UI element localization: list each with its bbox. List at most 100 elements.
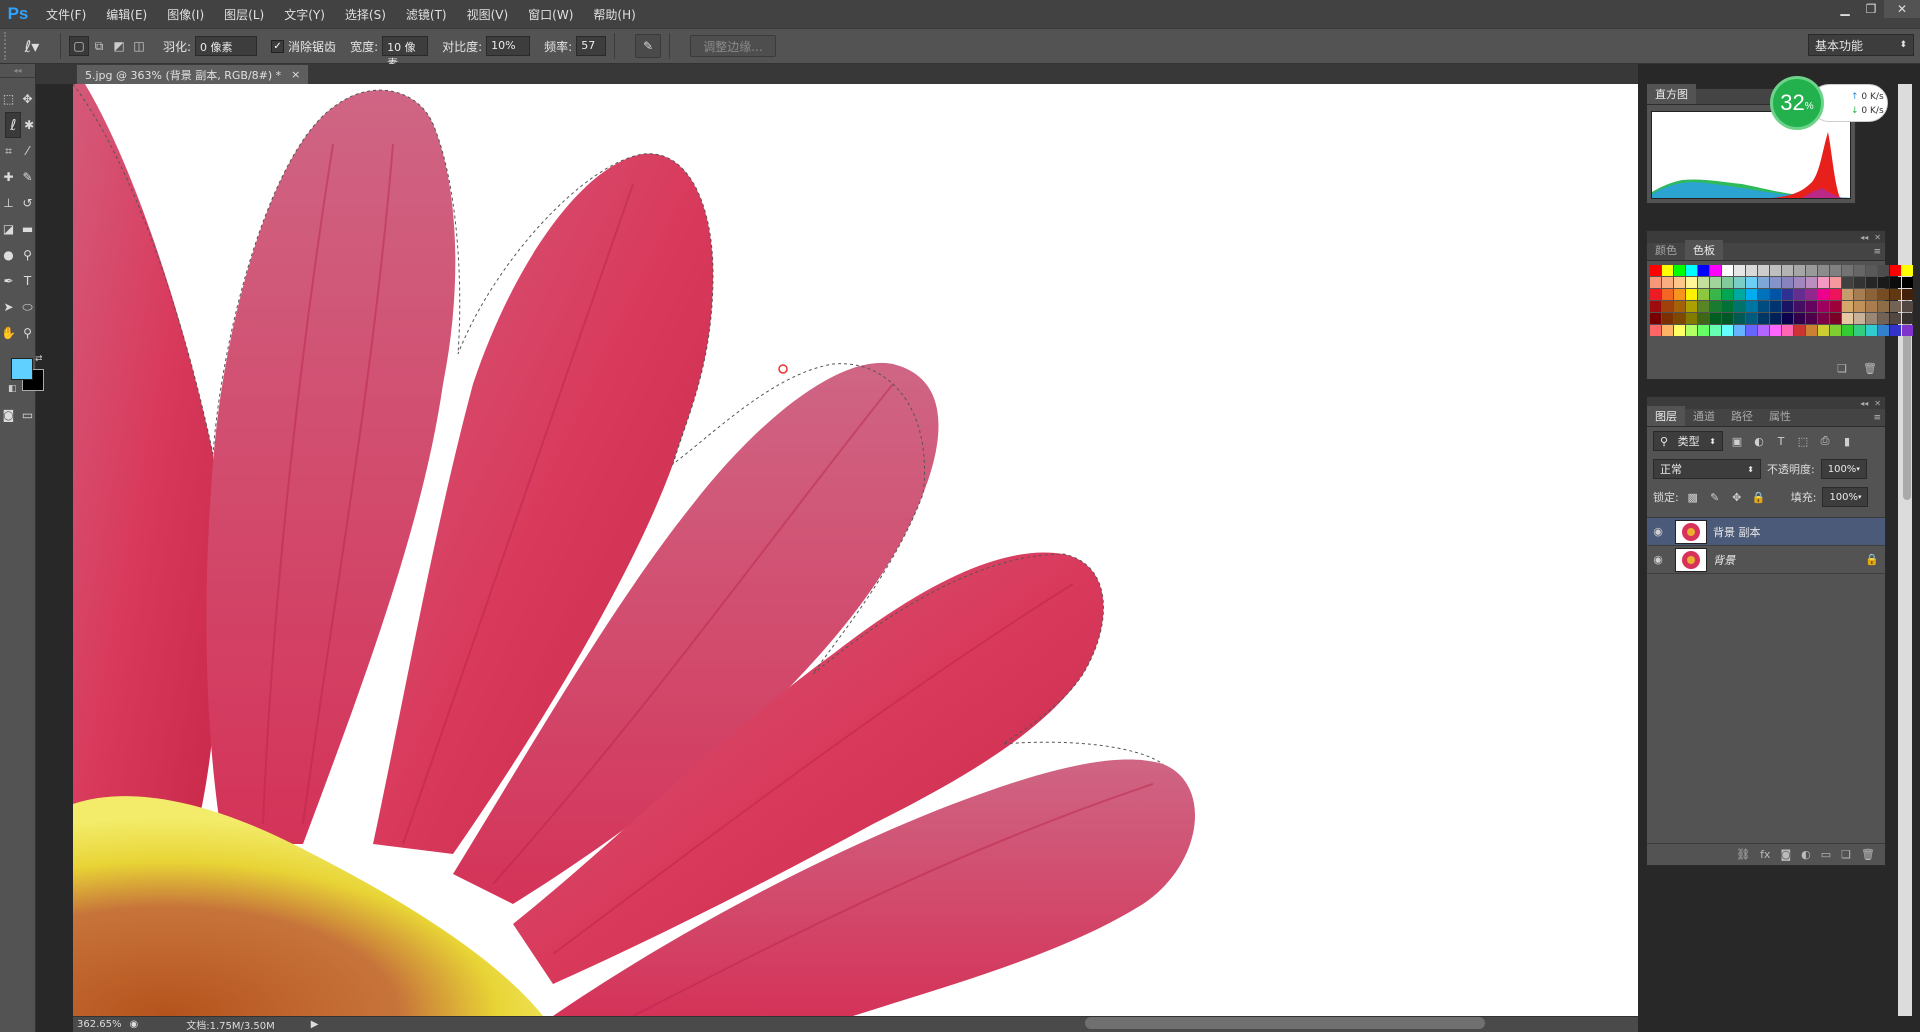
frequency-input[interactable]: 57: [576, 36, 607, 56]
checkbox-checked-icon[interactable]: ✓: [271, 39, 285, 53]
color-swatch[interactable]: [1818, 313, 1829, 324]
pen-tool-icon[interactable]: ✒: [2, 268, 15, 294]
color-swatch[interactable]: [1782, 301, 1793, 312]
color-swatch[interactable]: [1746, 289, 1757, 300]
color-swatch[interactable]: [1722, 301, 1733, 312]
color-swatch[interactable]: [1854, 265, 1865, 276]
tools-collapse-icon[interactable]: ◂◂: [0, 64, 35, 78]
color-swatch[interactable]: [1830, 325, 1841, 336]
opacity-input[interactable]: 100% ▾: [1820, 459, 1867, 479]
color-swatch[interactable]: [1698, 313, 1709, 324]
tablet-pressure-icon[interactable]: ✎: [635, 34, 662, 58]
tab-paths[interactable]: 路径: [1723, 406, 1761, 426]
color-swatch[interactable]: [1758, 325, 1769, 336]
trash-icon[interactable]: 🗑: [1863, 362, 1877, 375]
color-swatch[interactable]: [1650, 265, 1661, 276]
color-swatch[interactable]: [1854, 289, 1865, 300]
new-layer-icon[interactable]: ❏: [1841, 848, 1851, 861]
pixel-filter-icon[interactable]: ▣: [1729, 433, 1745, 449]
color-swatch[interactable]: [1722, 313, 1733, 324]
color-swatch[interactable]: [1662, 265, 1673, 276]
color-swatch[interactable]: [1686, 325, 1697, 336]
menu-image[interactable]: 图像(I): [157, 6, 214, 23]
options-grip[interactable]: [4, 32, 12, 60]
color-swatch[interactable]: [1842, 265, 1853, 276]
menu-file[interactable]: 文件(F): [36, 6, 96, 23]
width-input[interactable]: 10 像素: [382, 36, 429, 70]
shape-filter-icon[interactable]: ⬚: [1795, 433, 1811, 449]
magic-wand-icon[interactable]: ✱: [23, 112, 35, 138]
lock-all-icon[interactable]: 🔒: [1751, 489, 1767, 505]
color-swatch[interactable]: [1734, 325, 1745, 336]
lock-icon[interactable]: 🔒: [1865, 553, 1885, 566]
color-swatch[interactable]: [1902, 325, 1913, 336]
color-swatch[interactable]: [1746, 277, 1757, 288]
color-swatch[interactable]: [1830, 313, 1841, 324]
color-swatch[interactable]: [1806, 289, 1817, 300]
lock-pixels-icon[interactable]: ✎: [1707, 489, 1723, 505]
color-swatch[interactable]: [1806, 313, 1817, 324]
color-swatch[interactable]: [1674, 265, 1685, 276]
document-canvas[interactable]: [73, 84, 1638, 1016]
type-tool-icon[interactable]: T: [21, 268, 34, 294]
color-swatch[interactable]: [1650, 301, 1661, 312]
color-swatch[interactable]: [1878, 313, 1889, 324]
minimize-icon[interactable]: ▁: [1832, 0, 1858, 18]
color-swatch[interactable]: [1770, 301, 1781, 312]
collapse-icon[interactable]: ◂◂: [1860, 399, 1868, 408]
color-swatch[interactable]: [1866, 301, 1877, 312]
horizontal-scrollbar[interactable]: [1085, 1017, 1485, 1029]
color-swatch[interactable]: [1650, 313, 1661, 324]
color-swatch[interactable]: [1722, 289, 1733, 300]
color-swatch[interactable]: [1842, 277, 1853, 288]
add-selection-icon[interactable]: ⧉: [89, 36, 109, 56]
color-swatch[interactable]: [1902, 313, 1913, 324]
color-swatch[interactable]: [1758, 289, 1769, 300]
menu-view[interactable]: 视图(V): [457, 6, 519, 23]
color-swatch[interactable]: [1758, 265, 1769, 276]
color-swatch[interactable]: [1770, 325, 1781, 336]
adjustment-filter-icon[interactable]: ◐: [1751, 433, 1767, 449]
intersect-selection-icon[interactable]: ◫: [129, 36, 149, 56]
brush-tool-icon[interactable]: ✎: [21, 164, 34, 190]
color-swatch[interactable]: [1854, 325, 1865, 336]
color-swatch[interactable]: [1830, 301, 1841, 312]
color-swatch[interactable]: [1710, 265, 1721, 276]
color-swatch[interactable]: [1686, 301, 1697, 312]
smart-object-filter-icon[interactable]: ⎙: [1817, 433, 1833, 449]
ellipse-tool-icon[interactable]: ⬭: [21, 294, 34, 320]
layer-name[interactable]: 背景: [1713, 552, 1865, 568]
panel-menu-icon[interactable]: ≡: [1873, 247, 1885, 260]
color-swatch[interactable]: [1686, 313, 1697, 324]
trash-icon[interactable]: 🗑: [1861, 848, 1875, 861]
color-swatch[interactable]: [1890, 301, 1901, 312]
workspace-select[interactable]: 基本功能 ⬍: [1808, 34, 1914, 56]
color-swatch[interactable]: [1806, 325, 1817, 336]
status-info-icon[interactable]: ◉: [130, 1019, 139, 1030]
color-swatch[interactable]: [1794, 301, 1805, 312]
hand-tool-icon[interactable]: ✋: [1, 320, 16, 346]
color-swatch[interactable]: [1818, 301, 1829, 312]
color-swatch[interactable]: [1854, 313, 1865, 324]
color-swatch[interactable]: [1830, 289, 1841, 300]
tab-color[interactable]: 颜色: [1647, 240, 1685, 260]
color-swatch[interactable]: [1770, 277, 1781, 288]
color-swatch[interactable]: [1722, 277, 1733, 288]
status-menu-arrow-icon[interactable]: ▶: [311, 1019, 319, 1030]
close-icon[interactable]: ✕: [1884, 0, 1920, 18]
color-swatch[interactable]: [1794, 277, 1805, 288]
lock-position-icon[interactable]: ✥: [1729, 489, 1745, 505]
color-swatch[interactable]: [1770, 289, 1781, 300]
color-swatch[interactable]: [1698, 325, 1709, 336]
color-swatch[interactable]: [1866, 313, 1877, 324]
refine-edge-button[interactable]: 调整边缘...: [690, 35, 776, 57]
layer-filter-select[interactable]: ⚲ 类型 ⬍: [1653, 431, 1723, 451]
dodge-tool-icon[interactable]: ⚲: [21, 242, 34, 268]
color-swatch[interactable]: [1734, 289, 1745, 300]
memory-usage-badge[interactable]: 32%: [1770, 76, 1824, 130]
color-swatch[interactable]: [1698, 301, 1709, 312]
panel-menu-icon[interactable]: ≡: [1873, 413, 1885, 426]
color-swatch[interactable]: [1902, 289, 1913, 300]
color-swatch[interactable]: [1842, 301, 1853, 312]
color-swatch[interactable]: [1806, 265, 1817, 276]
